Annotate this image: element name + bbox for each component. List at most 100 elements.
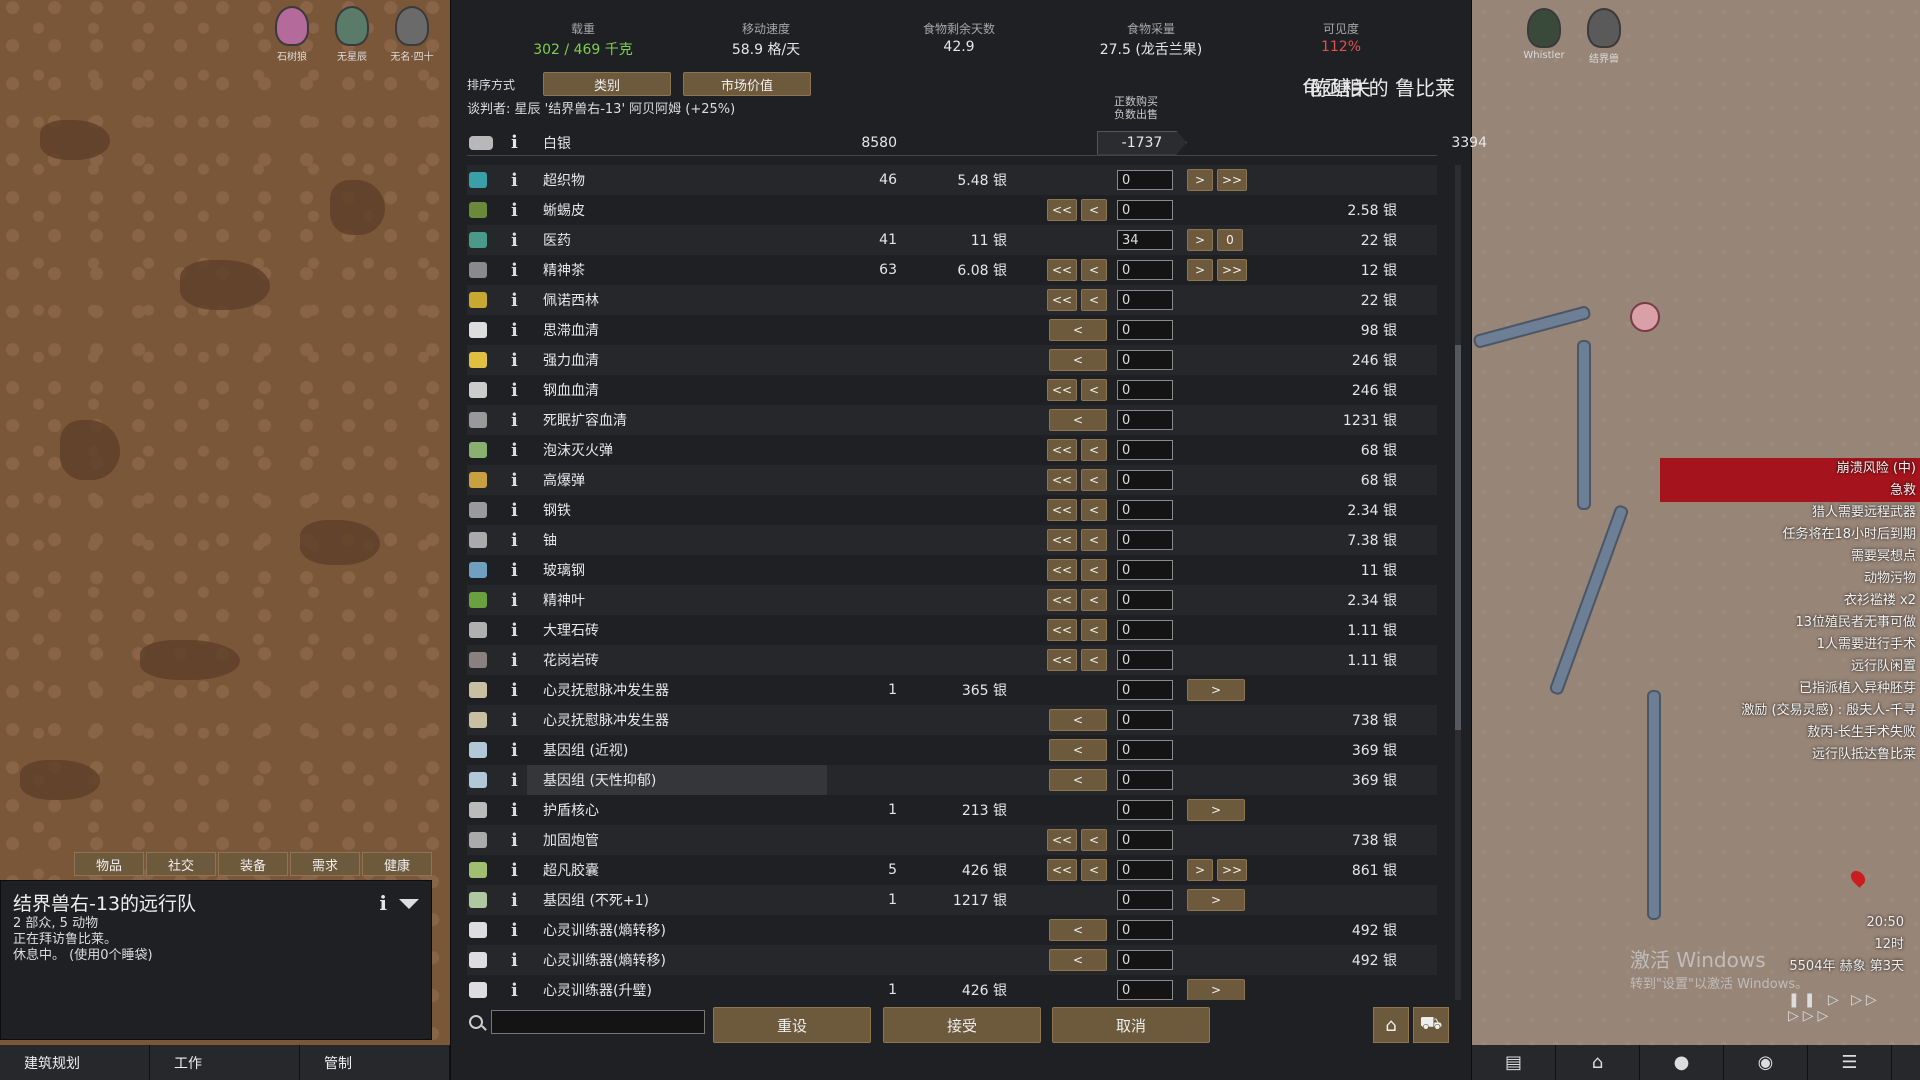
- trade-count-input[interactable]: 0: [1117, 620, 1173, 640]
- alert-item[interactable]: 猎人需要远程武器: [1660, 502, 1920, 524]
- tab-gear[interactable]: 装备: [218, 852, 288, 876]
- sell-all-button[interactable]: <<: [1047, 469, 1077, 491]
- sell-one-button[interactable]: <: [1081, 469, 1107, 491]
- sell-all-button[interactable]: <<: [1047, 439, 1077, 461]
- scrollbar-thumb[interactable]: [1455, 345, 1461, 730]
- trade-count-field[interactable]: 0: [1117, 645, 1173, 675]
- sell-one-button[interactable]: <: [1049, 409, 1107, 431]
- info-icon[interactable]: i: [379, 891, 387, 915]
- sell-all-button[interactable]: <<: [1047, 289, 1077, 311]
- info-icon[interactable]: i: [511, 225, 527, 255]
- cart-icon[interactable]: ⛟: [1413, 1007, 1449, 1043]
- trade-count-input[interactable]: 0: [1117, 560, 1173, 580]
- trade-count-field[interactable]: 0: [1117, 675, 1173, 705]
- alert-item[interactable]: 远行队闲置: [1660, 656, 1920, 678]
- info-icon[interactable]: i: [511, 255, 527, 285]
- alert-item[interactable]: 已指派植入异种胚芽: [1660, 678, 1920, 700]
- sell-all-button[interactable]: <<: [1047, 619, 1077, 641]
- accept-button[interactable]: 接受: [883, 1007, 1041, 1043]
- trade-count-field[interactable]: 0: [1117, 765, 1173, 795]
- sell-one-button[interactable]: <: [1081, 439, 1107, 461]
- lightbulb-icon[interactable]: ●: [1640, 1045, 1724, 1080]
- alert-item[interactable]: 13位殖民者无事可做: [1660, 612, 1920, 634]
- sell-all-button[interactable]: <<: [1047, 529, 1077, 551]
- trade-count-field[interactable]: 0: [1117, 585, 1173, 615]
- tab-health[interactable]: 健康: [362, 852, 432, 876]
- trade-count-field[interactable]: 34: [1117, 225, 1173, 255]
- trade-count-field[interactable]: 0: [1117, 735, 1173, 765]
- buy-one-button[interactable]: >: [1187, 979, 1245, 1000]
- alert-item[interactable]: 1人需要进行手术: [1660, 634, 1920, 656]
- list-scrollbar[interactable]: [1455, 165, 1461, 1000]
- trade-count-input[interactable]: 0: [1117, 740, 1173, 760]
- info-icon[interactable]: i: [511, 765, 527, 795]
- trade-count-field[interactable]: 0: [1117, 465, 1173, 495]
- buy-one-button[interactable]: >: [1187, 169, 1213, 191]
- trade-count-field[interactable]: 0: [1117, 285, 1173, 315]
- trade-count-field[interactable]: 0: [1117, 705, 1173, 735]
- info-icon[interactable]: i: [511, 375, 527, 405]
- trade-count-input[interactable]: 0: [1117, 830, 1173, 850]
- tab-items[interactable]: 物品: [74, 852, 144, 876]
- buy-all-button[interactable]: >>: [1217, 169, 1247, 191]
- buy-one-button[interactable]: >: [1187, 679, 1245, 701]
- trade-count-input[interactable]: 0: [1117, 770, 1173, 790]
- info-icon[interactable]: i: [511, 855, 527, 885]
- trade-count-input[interactable]: 0: [1117, 890, 1173, 910]
- sell-one-button[interactable]: <: [1081, 649, 1107, 671]
- tab-social[interactable]: 社交: [146, 852, 216, 876]
- colonist-portrait-4[interactable]: Whistler: [1520, 8, 1568, 68]
- trade-count-field[interactable]: 0: [1117, 825, 1173, 855]
- trade-count-input[interactable]: 34: [1117, 230, 1173, 250]
- trade-count-input[interactable]: 0: [1117, 440, 1173, 460]
- sell-one-button[interactable]: <: [1049, 349, 1107, 371]
- trade-count-input[interactable]: 0: [1117, 920, 1173, 940]
- alert-item[interactable]: 急救: [1660, 480, 1920, 502]
- sort-market-value-button[interactable]: 市场价值: [683, 72, 811, 96]
- sell-one-button[interactable]: <: [1081, 619, 1107, 641]
- factions-icon[interactable]: ⌂: [1556, 1045, 1640, 1080]
- trade-count-field[interactable]: 0: [1117, 405, 1173, 435]
- gift-icon[interactable]: ⌂: [1373, 1007, 1409, 1043]
- trade-count-field[interactable]: 0: [1117, 855, 1173, 885]
- trade-count-input[interactable]: 0: [1117, 350, 1173, 370]
- info-icon[interactable]: i: [511, 345, 527, 375]
- trade-count-field[interactable]: 0: [1117, 315, 1173, 345]
- sell-one-button[interactable]: <: [1049, 739, 1107, 761]
- trade-count-input[interactable]: 0: [1117, 320, 1173, 340]
- sell-one-button[interactable]: <: [1081, 259, 1107, 281]
- buy-one-button[interactable]: >: [1187, 799, 1245, 821]
- trade-count-input[interactable]: 0: [1117, 650, 1173, 670]
- trade-count-input[interactable]: 0: [1117, 590, 1173, 610]
- trade-count-field[interactable]: 0: [1117, 375, 1173, 405]
- sell-one-button[interactable]: <: [1081, 499, 1107, 521]
- alert-item[interactable]: 敖丙-长生手术失败: [1660, 722, 1920, 744]
- trade-count-field[interactable]: 0: [1117, 495, 1173, 525]
- trade-count-field[interactable]: 0: [1117, 915, 1173, 945]
- sell-all-button[interactable]: <<: [1047, 199, 1077, 221]
- trade-count-input[interactable]: 0: [1117, 410, 1173, 430]
- sell-all-button[interactable]: <<: [1047, 589, 1077, 611]
- info-icon[interactable]: i: [511, 555, 527, 585]
- trade-count-input[interactable]: 0: [1117, 380, 1173, 400]
- trade-count-field[interactable]: 0: [1117, 555, 1173, 585]
- info-icon[interactable]: i: [511, 795, 527, 825]
- info-icon[interactable]: i: [511, 825, 527, 855]
- sell-one-button[interactable]: <: [1049, 919, 1107, 941]
- trade-count-field[interactable]: 0: [1117, 165, 1173, 195]
- alert-item[interactable]: 需要冥想点: [1660, 546, 1920, 568]
- tab-restrict[interactable]: 管制: [300, 1045, 450, 1080]
- alert-item[interactable]: 动物污物: [1660, 568, 1920, 590]
- colonist-portrait-1[interactable]: 石树狼: [268, 6, 316, 66]
- trade-count-field[interactable]: 0: [1117, 945, 1173, 975]
- sort-category-button[interactable]: 类别: [543, 72, 671, 96]
- trade-count-field[interactable]: 0: [1117, 975, 1173, 1000]
- trade-count-field[interactable]: 0: [1117, 885, 1173, 915]
- info-icon[interactable]: i: [511, 495, 527, 525]
- colonist-portrait-5[interactable]: 结界兽: [1580, 8, 1628, 68]
- sell-all-button[interactable]: <<: [1047, 499, 1077, 521]
- buy-one-button[interactable]: >: [1187, 229, 1213, 251]
- buy-all-button[interactable]: >>: [1217, 859, 1247, 881]
- trade-count-input[interactable]: 0: [1117, 200, 1173, 220]
- trade-count-input[interactable]: 0: [1117, 470, 1173, 490]
